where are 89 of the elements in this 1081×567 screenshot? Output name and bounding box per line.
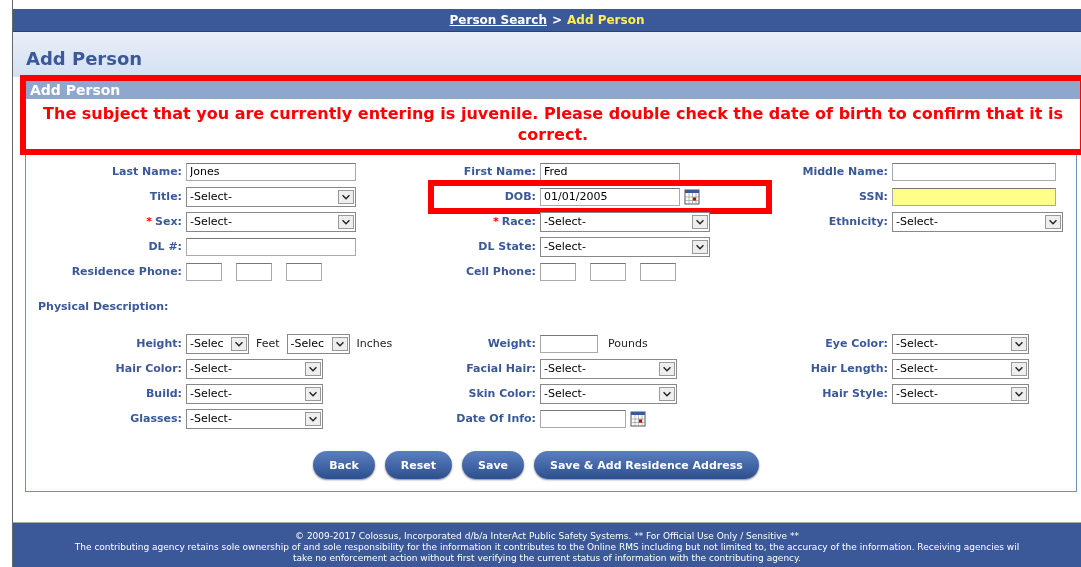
section-title: Physical Description:: [37, 299, 170, 315]
form-button[interactable]: Save: [462, 451, 524, 479]
field-label: Weight:: [487, 337, 536, 350]
field-label: Sex:: [155, 215, 182, 228]
input-field[interactable]: [892, 162, 1056, 181]
input-field[interactable]: [186, 237, 356, 256]
input-field[interactable]: Fred: [540, 162, 680, 181]
select-field[interactable]: -Select-: [540, 211, 710, 232]
panel-title: Add Person: [26, 81, 1080, 99]
select-field[interactable]: -Select-: [892, 358, 1029, 379]
select-field[interactable]: -Select-: [540, 383, 677, 404]
caret-icon: [659, 386, 675, 401]
select-field[interactable]: -Selec: [286, 333, 350, 354]
calendar-icon[interactable]: [630, 410, 646, 427]
field-label: Middle Name:: [802, 165, 888, 178]
select-field[interactable]: -Select-: [540, 358, 677, 379]
date-field[interactable]: [540, 409, 626, 428]
field-label: Race:: [501, 215, 536, 228]
field-label: Date Of Info:: [456, 412, 536, 425]
field-label: Glasses:: [130, 412, 182, 425]
select-field[interactable]: -Select-: [186, 408, 323, 429]
breadcrumb-current: Add Person: [567, 13, 645, 27]
caret-icon: [1045, 214, 1061, 229]
input-field[interactable]: [892, 187, 1056, 206]
phone-field[interactable]: [236, 262, 272, 281]
caret-icon: [1011, 336, 1027, 351]
caret-icon: [331, 336, 348, 351]
breadcrumb-separator: >: [551, 13, 562, 27]
caret-icon: [338, 189, 354, 204]
input-field[interactable]: Jones: [186, 162, 356, 181]
select-field[interactable]: -Select-: [186, 358, 323, 379]
field-label: Ethnicity:: [828, 215, 888, 228]
caret-icon: [659, 361, 675, 376]
caret-icon: [231, 336, 247, 351]
field-label: Hair Style:: [822, 387, 888, 400]
field-label: Hair Length:: [810, 362, 888, 375]
field-label: Build:: [145, 387, 182, 400]
unit-label: Feet: [256, 337, 280, 350]
caret-icon: [305, 386, 321, 401]
select-field[interactable]: -Select-: [186, 186, 356, 207]
caret-icon: [1011, 361, 1027, 376]
required-mark: *: [492, 215, 499, 228]
phone-field[interactable]: [640, 262, 676, 281]
alert-message: The subject that you are currently entering is juvenile. Please double check the date of birth to confirm that it is correct.: [42, 103, 1064, 146]
phone-field[interactable]: [590, 262, 626, 281]
phone-field[interactable]: [286, 262, 322, 281]
form-button[interactable]: Back: [313, 451, 375, 479]
phone-field[interactable]: [186, 262, 222, 281]
form-button[interactable]: Save & Add Residence Address: [534, 451, 759, 479]
unit-label: Inches: [356, 337, 393, 350]
caret-icon: [305, 411, 321, 426]
field-label: Title:: [149, 190, 182, 203]
select-field[interactable]: -Selec: [186, 333, 249, 354]
date-field[interactable]: 01/01/2005: [540, 187, 680, 206]
field-label: DL #:: [148, 240, 182, 253]
input-field[interactable]: [540, 334, 598, 353]
field-label: Cell Phone:: [465, 265, 536, 278]
breadcrumb-link[interactable]: Person Search: [449, 13, 547, 27]
field-label: DL State:: [478, 240, 536, 253]
required-mark: *: [146, 215, 153, 228]
field-label: DOB:: [504, 190, 536, 203]
field-label: Hair Color:: [115, 362, 182, 375]
unit-label: Pounds: [608, 337, 648, 350]
caret-icon: [692, 239, 708, 254]
caret-icon: [338, 214, 354, 229]
select-field[interactable]: -Select-: [892, 211, 1063, 232]
caret-icon: [305, 361, 321, 376]
select-field[interactable]: -Select-: [540, 236, 710, 257]
field-label: Residence Phone:: [71, 265, 182, 278]
select-field[interactable]: -Select-: [892, 383, 1029, 404]
field-label: Eye Color:: [825, 337, 888, 350]
select-field[interactable]: -Select-: [186, 383, 323, 404]
footer-text: take no enforcement action without first verifying the current status of information with the contributing agency.: [292, 553, 802, 564]
calendar-icon[interactable]: [684, 188, 700, 205]
page-title: Add Person: [26, 48, 144, 69]
form-button[interactable]: Reset: [384, 451, 453, 479]
field-label: Height:: [136, 337, 182, 350]
footer-text: The contributing agency retains sole ownership of and sole responsibility for the information it contributes to the Online RMS including but not limited to, the accuracy of the information. Receiving agencies wil: [73, 542, 1021, 553]
caret-icon: [1011, 386, 1027, 401]
field-label: First Name:: [463, 165, 536, 178]
field-label: Last Name:: [111, 165, 182, 178]
footer-text: © 2009-2017 Colossus, Incorporated d/b/a InterAct Public Safety Systems. ** For Official Use Only / Sensitive **: [294, 531, 800, 542]
field-label: Skin Color:: [468, 387, 536, 400]
phone-field[interactable]: [540, 262, 576, 281]
select-field[interactable]: -Select-: [186, 211, 356, 232]
field-label: SSN:: [859, 190, 888, 203]
select-field[interactable]: -Select-: [892, 333, 1029, 354]
caret-icon: [692, 214, 708, 229]
field-label: Facial Hair:: [466, 362, 536, 375]
